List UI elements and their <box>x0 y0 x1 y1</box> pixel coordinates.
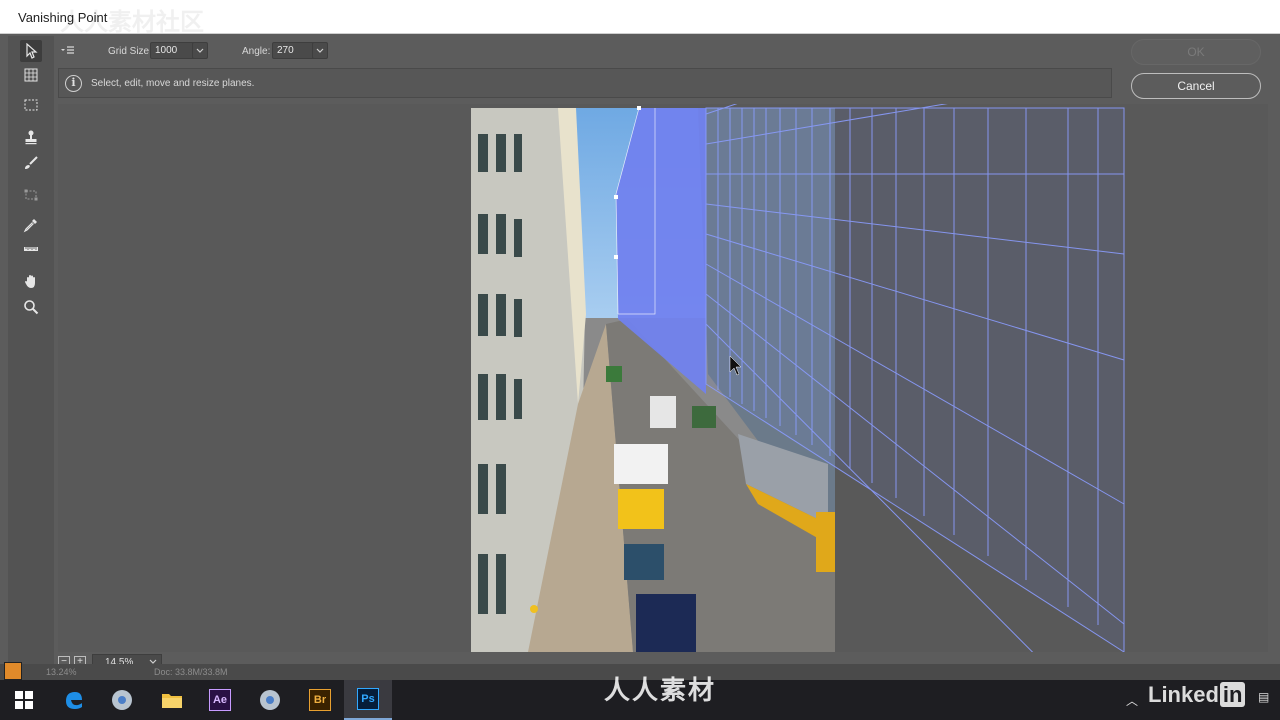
taskbar-chrome[interactable] <box>98 680 146 720</box>
chrome-icon <box>112 690 132 710</box>
brush-tool[interactable] <box>20 152 42 174</box>
folder-icon <box>162 694 182 708</box>
taskbar-photoshop[interactable]: Ps <box>344 680 392 720</box>
angle-label: Angle: <box>242 46 271 57</box>
cancel-button[interactable]: Cancel <box>1131 73 1261 99</box>
window-title: Vanishing Point <box>18 10 108 25</box>
ps-label: Ps <box>357 688 379 710</box>
grid-plane-icon <box>24 68 38 82</box>
status-doc-size: Doc: 33.8M/33.8M <box>154 667 228 677</box>
hand-tool[interactable] <box>20 270 42 292</box>
status-zoom-level: 13.24% <box>46 667 77 677</box>
edge-icon <box>66 692 82 709</box>
info-message: Select, edit, move and resize planes. <box>91 78 255 89</box>
perspective-grid-overlay <box>471 104 1125 652</box>
measure-tool[interactable] <box>20 238 42 260</box>
angle-dropdown[interactable] <box>312 42 328 59</box>
marquee-tool[interactable] <box>20 94 42 116</box>
preview-canvas[interactable] <box>58 104 1268 652</box>
info-bar: i Select, edit, move and resize planes. <box>58 68 1112 98</box>
start-button[interactable] <box>0 680 48 720</box>
notifications-icon[interactable]: ▤ <box>1258 690 1269 704</box>
eyedropper-tool[interactable] <box>20 214 42 236</box>
hand-icon <box>25 275 35 288</box>
chevron-down-icon <box>316 48 324 53</box>
panel-menu-button[interactable] <box>58 43 78 57</box>
zoom-tool[interactable] <box>20 296 42 318</box>
grid-size-dropdown[interactable] <box>192 42 208 59</box>
create-plane-tool[interactable] <box>20 64 42 86</box>
magnifier-icon <box>24 300 39 315</box>
ok-button[interactable]: OK <box>1131 39 1261 65</box>
tray-chevron-up-icon[interactable]: ︿ <box>1126 692 1138 709</box>
taskbar-edge[interactable] <box>50 680 98 720</box>
window-titlebar: Vanishing Point 人人素材社区 <box>0 0 1280 36</box>
linkedin-brand: Linked in <box>1148 682 1246 708</box>
tool-panel <box>8 36 54 676</box>
options-bar: Grid Size: 1000 Angle: 270 <box>56 38 1106 64</box>
eyedropper-icon <box>23 219 37 233</box>
taskbar-chrome-2[interactable] <box>246 680 294 720</box>
windows-icon <box>15 691 33 709</box>
marquee-icon <box>24 99 38 111</box>
edit-plane-tool[interactable] <box>20 40 42 62</box>
foreground-color-swatch[interactable] <box>4 662 22 680</box>
stamp-icon <box>25 130 37 145</box>
grid-size-field[interactable]: 1000 <box>150 42 198 59</box>
taskbar-file-explorer[interactable] <box>148 680 196 720</box>
taskbar-bridge[interactable]: Br <box>296 680 344 720</box>
info-icon: i <box>65 75 82 92</box>
watermark-center: 人人素材 <box>604 675 717 705</box>
brush-icon <box>25 156 38 169</box>
chevron-down-icon <box>196 48 204 53</box>
grid-size-label: Grid Size: <box>108 46 152 57</box>
chrome-icon <box>260 690 280 710</box>
ruler-icon <box>24 247 38 251</box>
brand-text: Linked <box>1148 682 1219 707</box>
transform-tool[interactable] <box>20 184 42 206</box>
br-label: Br <box>309 689 331 711</box>
arrow-pointer-icon <box>26 43 38 59</box>
transform-icon <box>24 189 38 201</box>
brand-in: in <box>1219 682 1246 707</box>
taskbar-after-effects[interactable]: Ae <box>196 680 244 720</box>
menu-icon <box>61 46 74 54</box>
ae-label: Ae <box>209 689 231 711</box>
stamp-tool[interactable] <box>20 126 42 148</box>
